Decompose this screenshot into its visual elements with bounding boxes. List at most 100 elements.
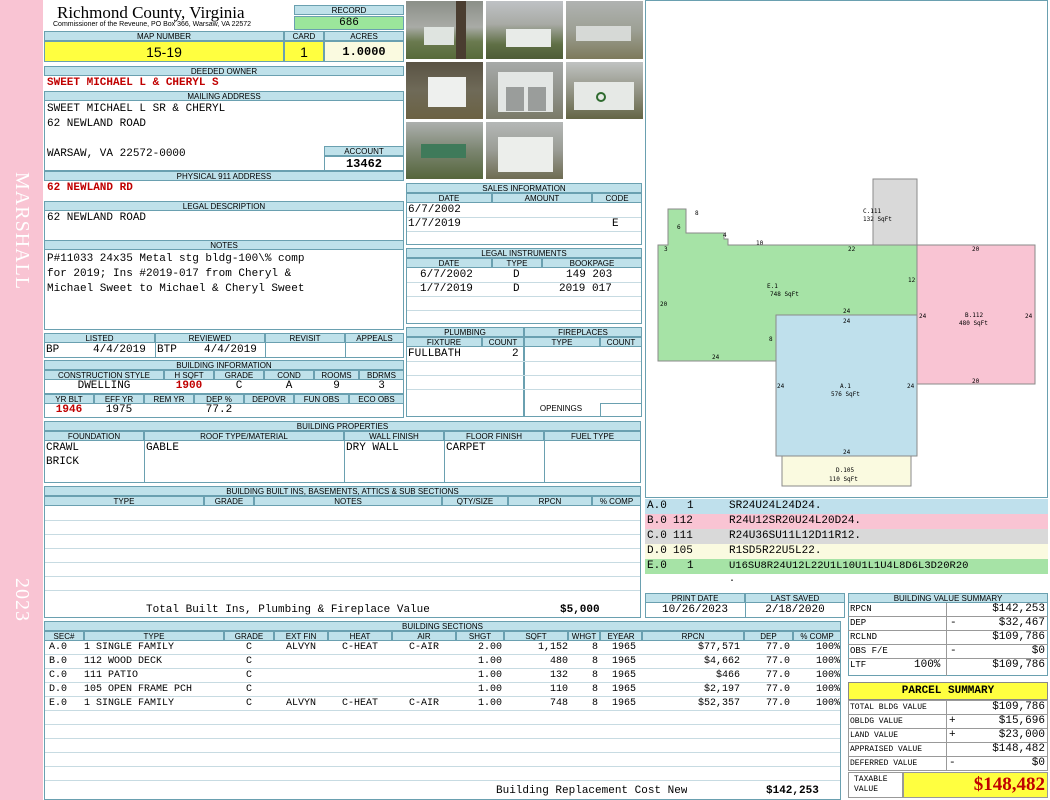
sketch-dim: 24 bbox=[843, 318, 851, 325]
effyr-value: 1975 bbox=[105, 404, 133, 416]
building-section-cell: 77.0 bbox=[765, 684, 790, 695]
builtins-title: BUILDING BUILT INS, BASEMENTS, ATTICS & … bbox=[44, 486, 641, 496]
taxable-value: $148,482 bbox=[903, 772, 1048, 798]
sketch-dim: 4 bbox=[723, 232, 727, 239]
sales-code-label: CODE bbox=[592, 193, 642, 203]
building-section-cell: C bbox=[245, 698, 252, 709]
builtins-total-value: $5,000 bbox=[560, 604, 600, 616]
building-properties-title: BUILDING PROPERTIES bbox=[44, 421, 641, 431]
value-summary-row: OBS F/E - $0 bbox=[848, 645, 1048, 659]
building-section-cell: 110 bbox=[549, 684, 568, 695]
depovr-label: DEPOVR bbox=[244, 394, 294, 404]
notes-line-2: for 2019; Ins #2019-017 from Cheryl & bbox=[47, 268, 292, 280]
sketch-area-c: 132 SqFt bbox=[863, 216, 892, 223]
building-section-cell: 2.00 bbox=[477, 642, 502, 653]
sketch-end-dot: . bbox=[729, 574, 736, 585]
sec-header: % COMP bbox=[793, 631, 841, 641]
commissioner-address: Commissioner of the Reveune, PO Box 366,… bbox=[53, 21, 252, 28]
openings-label: OPENINGS bbox=[539, 404, 583, 413]
parcel-summary-row: LAND VALUE + $23,000 bbox=[848, 729, 1048, 743]
sec-header: SQFT bbox=[504, 631, 568, 641]
builtins-qty-label: QTY/SIZE bbox=[442, 496, 508, 506]
sketch-dim: 24 bbox=[1025, 313, 1033, 320]
map-number-value: 15-19 bbox=[44, 41, 284, 62]
building-section-cell: A.0 bbox=[49, 642, 68, 653]
reviewed-by: BTP bbox=[157, 344, 177, 356]
property-photo[interactable] bbox=[565, 0, 644, 60]
parcel-summary-row: DEFERRED VALUE - $0 bbox=[850, 757, 1045, 769]
sec-header: SHGT bbox=[456, 631, 504, 641]
mailing-line-1: SWEET MICHAEL L SR & CHERYL bbox=[47, 103, 226, 115]
fixture-count: 2 bbox=[512, 348, 519, 360]
foundation-1: CRAWL bbox=[46, 442, 80, 454]
building-section-cell: 77.0 bbox=[765, 642, 790, 653]
value-summary-row: LTF 100% $109,786 bbox=[850, 659, 1045, 671]
sketch-dim: 24 bbox=[843, 308, 851, 315]
revisit-label: REVISIT bbox=[265, 333, 345, 343]
district-sidebar: MARSHALL 2023 bbox=[0, 0, 43, 800]
roof-value: GABLE bbox=[146, 442, 180, 454]
builtins-type-label: TYPE bbox=[44, 496, 204, 506]
building-section-cell: 1 SINGLE FAMILY bbox=[84, 642, 175, 653]
card-label: CARD bbox=[284, 31, 324, 41]
property-photo[interactable] bbox=[565, 61, 644, 120]
notes-label: NOTES bbox=[44, 240, 404, 250]
li-book-label: BOOKPAGE bbox=[542, 258, 642, 268]
plumbing-title: PLUMBING bbox=[406, 327, 524, 337]
building-section-cell: 105 OPEN FRAME PCH bbox=[84, 684, 193, 695]
sketch-label-b: B.112 bbox=[965, 312, 983, 319]
sketch-dim: 24 bbox=[777, 383, 785, 390]
deeded-owner: SWEET MICHAEL L & CHERYL S bbox=[47, 77, 219, 89]
sales-date-1: 6/7/2002 bbox=[408, 204, 461, 216]
building-section-cell: C bbox=[245, 656, 252, 667]
sec-header: TYPE bbox=[84, 631, 224, 641]
property-photo[interactable] bbox=[405, 121, 484, 180]
fuel-type-label: FUEL TYPE bbox=[544, 431, 641, 441]
account-label: ACCOUNT bbox=[324, 146, 404, 156]
building-section-cell: 1965 bbox=[611, 684, 636, 695]
sec-header: WHGT bbox=[568, 631, 600, 641]
listed-label: LISTED bbox=[44, 333, 155, 343]
building-section-cell: 1.00 bbox=[477, 684, 502, 695]
li-book-2: 2019 017 bbox=[559, 283, 612, 295]
sketch-command-row: A.0 1 SR24U24L24D24. bbox=[645, 499, 1048, 514]
last-saved-date: 2/18/2020 bbox=[765, 604, 825, 616]
building-section-cell: 8 bbox=[591, 698, 598, 709]
building-section-cell: C bbox=[245, 684, 252, 695]
building-section-cell: 1 SINGLE FAMILY bbox=[84, 698, 175, 709]
floor-finish-label: FLOOR FINISH bbox=[444, 431, 544, 441]
sketch-command-row: D.0 105 R1SD5R22U5L22. bbox=[645, 544, 1048, 559]
building-section-cell: 1.00 bbox=[477, 698, 502, 709]
building-section-cell: ALVYN bbox=[285, 642, 316, 653]
building-section-cell: 1965 bbox=[611, 698, 636, 709]
property-photo[interactable] bbox=[405, 61, 484, 120]
li-date-1: 6/7/2002 bbox=[420, 269, 473, 281]
building-info-title: BUILDING INFORMATION bbox=[44, 360, 404, 370]
mailing-address-label: MAILING ADDRESS bbox=[44, 91, 404, 101]
taxable-value-label: TAXABLE VALUE bbox=[848, 772, 903, 798]
property-photo[interactable] bbox=[485, 121, 564, 180]
building-section-cell: C-AIR bbox=[408, 698, 439, 709]
building-section-cell: 112 WOOD DECK bbox=[84, 656, 163, 667]
property-photo[interactable] bbox=[485, 61, 564, 120]
value-summary-title: BUILDING VALUE SUMMARY bbox=[848, 593, 1048, 603]
sketch-command-row: B.0 112 R24U12SR20U24L20D24. bbox=[645, 514, 1048, 529]
sketch-label-c: C.111 bbox=[863, 208, 881, 215]
print-date: 10/26/2023 bbox=[661, 604, 728, 616]
county-title: Richmond County, Virginia bbox=[57, 3, 245, 22]
building-section-cell: 8 bbox=[591, 656, 598, 667]
sketch-dim: 10 bbox=[756, 240, 764, 247]
property-photo[interactable] bbox=[405, 0, 484, 60]
sketch-dim: 20 bbox=[972, 378, 980, 385]
sketch-area-b: 480 SqFt bbox=[959, 320, 988, 327]
li-type-label: TYPE bbox=[492, 258, 542, 268]
sketch-label-a: A.1 bbox=[840, 383, 851, 390]
property-photo[interactable] bbox=[485, 0, 564, 60]
building-section-cell: 1.00 bbox=[477, 656, 502, 667]
value-summary-row: RPCN $142,253 bbox=[848, 603, 1048, 617]
building-section-cell: 480 bbox=[549, 656, 568, 667]
building-section-cell: 1965 bbox=[611, 656, 636, 667]
reviewed-label: REVIEWED bbox=[155, 333, 265, 343]
physical-address-label: PHYSICAL 911 ADDRESS bbox=[44, 171, 404, 181]
fixture-value: FULLBATH bbox=[408, 348, 461, 360]
